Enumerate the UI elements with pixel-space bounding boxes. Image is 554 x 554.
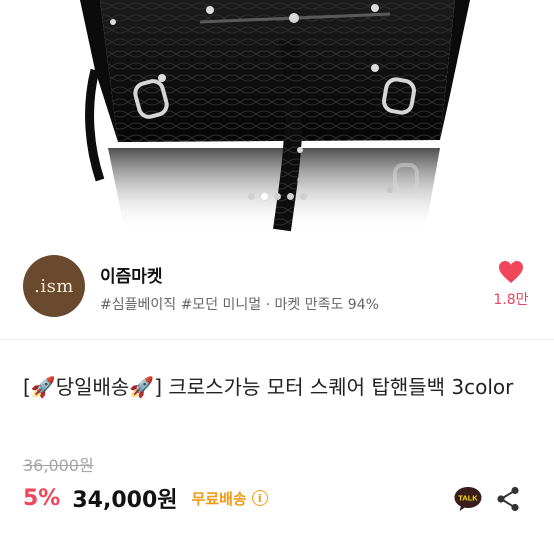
free-shipping-label: 무료배송 [191, 489, 247, 508]
heart-icon [499, 261, 523, 283]
carousel-dot-active[interactable] [260, 193, 268, 200]
shop-avatar[interactable]: .ism [23, 255, 85, 317]
discount-rate: 5% [23, 485, 61, 511]
shop-info-row[interactable]: .ism 이즘마켓 #심플베이직 #모던 미니멀 · 마켓 만족도 94% 1.… [0, 232, 554, 340]
shop-name[interactable]: 이즘마켓 [100, 262, 163, 287]
like-button[interactable]: 1.8만 [488, 260, 534, 309]
carousel-dot[interactable] [247, 193, 255, 200]
product-title: [🚀당일배송🚀] 크로스가능 모터 스퀘어 탑핸들백 3color [23, 375, 514, 399]
shop-avatar-text: .ism [34, 275, 74, 297]
like-count: 1.8만 [493, 292, 529, 308]
talk-label: TALK [458, 494, 478, 503]
talk-button[interactable]: TALK [453, 485, 483, 513]
carousel-pagination [0, 193, 554, 200]
product-image-carousel[interactable] [0, 0, 554, 232]
carousel-dot[interactable] [286, 193, 294, 200]
shop-tags: #심플베이직 #모던 미니멀 · 마켓 만족도 94% [100, 297, 379, 313]
share-icon[interactable] [496, 486, 520, 512]
expand-icon[interactable] [0, 0, 28, 28]
carousel-dot[interactable] [273, 193, 281, 200]
original-price: 36,000원 [23, 456, 94, 475]
carousel-dot[interactable] [299, 193, 307, 200]
sale-price: 34,000원 [72, 488, 178, 513]
price-row: 5% 34,000원 무료배송 i [23, 482, 268, 514]
free-shipping-badge[interactable]: 무료배송 i [192, 488, 268, 509]
info-icon[interactable]: i [251, 490, 268, 506]
